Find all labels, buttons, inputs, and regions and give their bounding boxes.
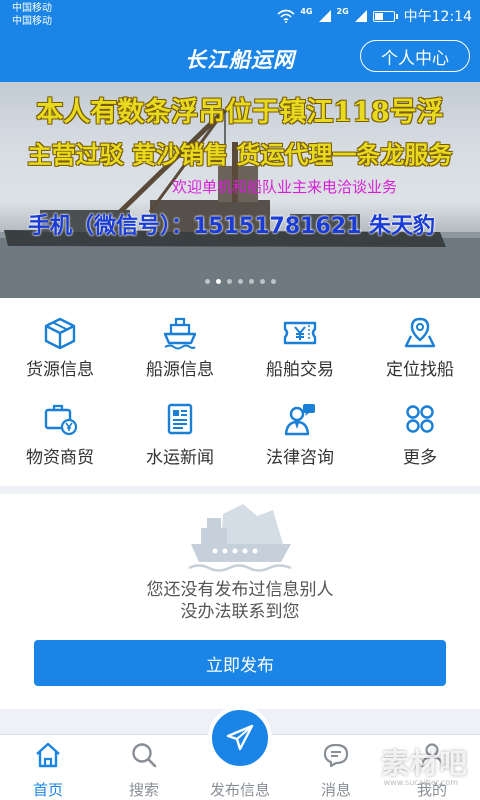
grid-item-label: 货源信息 xyxy=(26,360,94,380)
status-indicators: 4G 2G 中午12:14 xyxy=(277,7,472,25)
network-type-1: 4G xyxy=(300,7,313,16)
grid-item-legal[interactable]: 法律咨询 xyxy=(240,392,360,486)
promo-banner[interactable]: 本人有数条浮吊位于镇江118号浮 主营过驳 黄沙销售 货运代理一条龙服务 欢迎单… xyxy=(0,82,480,298)
banner-welcome: 欢迎单机和船队业主来电洽谈业务 xyxy=(172,178,398,196)
tab-label: 消息 xyxy=(320,781,351,799)
tab-messages[interactable]: 消息 xyxy=(288,735,384,800)
search-icon xyxy=(132,743,157,768)
feature-grid: 货源信息 船源信息 船舶交易 定位找船 物资商贸 水运新闻 法律咨询 更多 xyxy=(0,298,480,486)
grid-item-label: 水运新闻 xyxy=(146,448,214,468)
tab-label: 首页 xyxy=(32,781,63,799)
grid-item-label: 更多 xyxy=(403,448,437,468)
status-bar: 中国移动 中国移动 4G 2G 中午12:14 xyxy=(0,0,480,32)
grid-item-news[interactable]: 水运新闻 xyxy=(120,392,240,486)
banner-pagination xyxy=(0,279,480,284)
banner-contact: 手机（微信号）：15151781621 朱天豹 xyxy=(28,214,436,239)
empty-message-line-1: 您还没有发布过信息别人 xyxy=(146,580,334,600)
ship-icon xyxy=(163,317,197,350)
carrier-1: 中国移动 xyxy=(12,3,52,14)
network-type-2: 2G xyxy=(336,7,349,16)
banner-page-dot[interactable] xyxy=(226,279,232,284)
signal-icon-2 xyxy=(354,10,367,22)
banner-page-dot[interactable] xyxy=(259,279,265,284)
grid-item-ship-source[interactable]: 船源信息 xyxy=(120,298,240,392)
empty-state: 您还没有发布过信息别人 没办法联系到您 立即发布 xyxy=(0,494,480,709)
banner-page-dot[interactable] xyxy=(248,279,254,284)
location-map-icon xyxy=(404,317,436,348)
grid-item-label: 物资商贸 xyxy=(26,448,94,468)
watermark: 素材吧 xyxy=(380,747,468,780)
banner-page-dot[interactable] xyxy=(204,279,210,284)
consultant-icon xyxy=(284,404,315,436)
battery-icon xyxy=(372,10,398,22)
carrier-2: 中国移动 xyxy=(12,16,52,27)
grid-item-label: 船源信息 xyxy=(146,360,214,380)
grid-item-ship-trade[interactable]: 船舶交易 xyxy=(240,298,360,392)
banner-headline: 本人有数条浮吊位于镇江118号浮 xyxy=(36,97,444,128)
publish-now-button[interactable]: 立即发布 xyxy=(34,640,446,686)
grid-item-cargo[interactable]: 货源信息 xyxy=(0,298,120,392)
battery-level xyxy=(374,12,383,20)
message-icon xyxy=(323,743,349,768)
banner-page-dot[interactable] xyxy=(237,279,243,284)
publish-fab[interactable] xyxy=(208,706,272,770)
signal-icon xyxy=(318,10,331,22)
home-icon xyxy=(36,742,60,768)
cargo-box-icon xyxy=(44,317,76,350)
ticket-yen-icon xyxy=(283,321,317,345)
tab-home[interactable]: 首页 xyxy=(0,735,96,800)
grid-item-locate-ship[interactable]: 定位找船 xyxy=(360,298,480,392)
banner-page-dot[interactable] xyxy=(215,279,221,284)
empty-message-line-2: 没办法联系到您 xyxy=(180,602,300,622)
banner-page-dot[interactable] xyxy=(270,279,276,284)
grid-item-more[interactable]: 更多 xyxy=(360,392,480,486)
banner-services: 主营过驳 黄沙销售 货运代理一条龙服务 xyxy=(27,140,453,169)
clock: 中午12:14 xyxy=(403,9,472,25)
grid-item-label: 定位找船 xyxy=(386,360,454,380)
watermark-url: www.sucaibar.com xyxy=(383,778,458,787)
tab-label: 发布信息 xyxy=(209,781,270,799)
paper-plane-icon xyxy=(226,724,254,751)
newspaper-icon xyxy=(167,403,193,435)
briefcase-yen-icon xyxy=(44,404,78,436)
app-header: 长江船运网 个人中心 xyxy=(0,32,480,82)
profile-center-button[interactable]: 个人中心 xyxy=(360,40,470,72)
ship-illustration-icon xyxy=(188,504,292,572)
grid-item-label: 船舶交易 xyxy=(266,360,334,380)
tab-label: 搜索 xyxy=(128,781,159,799)
tab-search[interactable]: 搜索 xyxy=(96,735,192,800)
grid-item-materials[interactable]: 物资商贸 xyxy=(0,392,120,486)
wifi-icon xyxy=(277,9,295,23)
grid-more-icon xyxy=(406,405,434,433)
grid-item-label: 法律咨询 xyxy=(266,448,334,468)
empty-message: 您还没有发布过信息别人 没办法联系到您 xyxy=(0,579,480,623)
